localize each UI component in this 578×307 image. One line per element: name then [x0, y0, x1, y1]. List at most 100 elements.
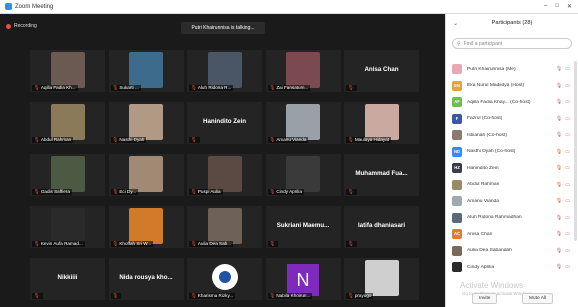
- participant-list-scrollbar[interactable]: [574, 61, 577, 241]
- mic-muted-icon[interactable]: 🎙︎: [556, 165, 562, 171]
- participant-row[interactable]: Cindy Aprilia 🎙︎ ▭: [446, 259, 572, 276]
- participant-row[interactable]: Aulia Dea Sabandah 🎙︎ ▭: [446, 243, 572, 260]
- video-off-icon[interactable]: ▭: [565, 264, 570, 270]
- video-off-icon[interactable]: ▭: [565, 132, 570, 138]
- zoom-app: Zoom Meeting – □ ✕ Recording Putri Khair…: [0, 0, 578, 307]
- video-tile[interactable]: 🎙︎Cindy Aprilia: [265, 154, 341, 196]
- video-off-icon[interactable]: ▭: [565, 99, 570, 105]
- mic-muted-icon[interactable]: 🎙︎: [556, 198, 562, 204]
- video-off-icon[interactable]: ▭: [565, 215, 570, 221]
- video-off-icon[interactable]: ▭: [565, 182, 570, 188]
- participant-name: Aulia Dea Sabandah: [467, 248, 512, 254]
- video-off-icon[interactable]: ▭: [565, 198, 570, 204]
- video-tile[interactable]: 🎙︎Gadis Saffiera: [30, 154, 105, 196]
- participant-video: [286, 104, 320, 140]
- tile-name-label: 🎙︎: [32, 293, 43, 299]
- video-tile[interactable]: 🎙︎Kharisma Rizky...: [187, 258, 262, 300]
- mic-muted-icon: 🎙︎: [191, 241, 197, 246]
- video-tile[interactable]: Muhammad Fua... 🎙︎: [344, 154, 419, 196]
- tile-name-label: 🎙︎Aqilla Fadia Kh...: [32, 85, 78, 91]
- tile-name-label: 🎙︎Gadis Saffiera: [32, 189, 72, 195]
- participant-row[interactable]: AC Anisa Chan 🎙︎ ▭: [446, 226, 572, 243]
- avatar: F: [452, 113, 462, 124]
- mute-all-button[interactable]: Mute All: [522, 293, 554, 304]
- participant-status-icons: 🎙︎ ▭: [556, 165, 570, 171]
- tile-name-text: Zai Fansatum...: [276, 85, 309, 90]
- participant-row[interactable]: Abdul Rahman 🎙︎ ▭: [446, 177, 572, 194]
- video-tile[interactable]: 🎙︎Aqilla Fadia Kh...: [30, 50, 105, 92]
- chevron-down-icon[interactable]: ⌄: [453, 20, 458, 27]
- video-tile[interactable]: 🎙︎Sukarti ...: [108, 50, 184, 92]
- video-tile[interactable]: 🎙︎Aluh Ridona R...: [187, 50, 262, 92]
- participant-search-input[interactable]: ⚲ Find a participant: [452, 38, 572, 49]
- participant-row[interactable]: Putri Khairunnisa (Me) 🎙︎ ▭: [446, 61, 572, 78]
- video-tile[interactable]: Anisa Chan 🎙︎: [344, 50, 419, 92]
- video-tile[interactable]: Sukriani Maemu... 🎙︎: [265, 206, 341, 248]
- participant-name-large: Anisa Chan: [364, 66, 399, 73]
- video-tile[interactable]: 🎙︎Amanu Vianda: [265, 102, 341, 144]
- avatar: ND: [452, 146, 462, 157]
- video-tile[interactable]: Nikkiiii 🎙︎: [30, 258, 105, 300]
- video-off-icon[interactable]: ▭: [565, 149, 570, 155]
- minimize-icon[interactable]: –: [544, 3, 547, 10]
- video-tile[interactable]: 🎙︎Eci Dy...: [108, 154, 184, 196]
- video-tile[interactable]: 🎙︎prayugo: [344, 258, 419, 300]
- video-tile[interactable]: 🎙︎Nasthi Dyah: [108, 102, 184, 144]
- video-off-icon[interactable]: ▭: [565, 83, 570, 89]
- participant-row[interactable]: AF Aqilla Fadia Khay... (Co-host) 🎙︎ ▭: [446, 94, 572, 111]
- participant-name-large: Nikkiiii: [57, 274, 78, 281]
- video-off-icon[interactable]: ▭: [565, 231, 570, 237]
- participant-name: Putri Khairunnisa (Me): [467, 66, 516, 72]
- participant-row[interactable]: ND Nasthi Dyah (Co-host) 🎙︎ ▭: [446, 144, 572, 161]
- participant-row[interactable]: HZ Hanindito Zein 🎙︎ ▭: [446, 160, 572, 177]
- invite-button[interactable]: Invite: [472, 293, 498, 304]
- video-off-icon[interactable]: ▭: [565, 165, 570, 171]
- mic-muted-icon[interactable]: 🎙︎: [556, 132, 562, 138]
- mic-muted-icon[interactable]: 🎙︎: [556, 83, 562, 89]
- video-tile[interactable]: 🎙︎Aulia Dea Sab...: [187, 206, 262, 248]
- mic-muted-icon: 🎙︎: [191, 85, 197, 90]
- participant-video: [50, 208, 85, 244]
- tile-name-label: 🎙︎Sukarti ...: [110, 85, 141, 91]
- close-icon[interactable]: ✕: [567, 3, 572, 10]
- mic-muted-icon[interactable]: 🎙︎: [556, 248, 562, 254]
- video-tile[interactable]: 🎙︎Khoffah Sri W...: [108, 206, 184, 248]
- mic-muted-icon[interactable]: 🎙︎: [556, 182, 562, 188]
- video-tile[interactable]: 🎙︎Puspi Aulia: [187, 154, 262, 196]
- participant-name-large: Hanindito Zein: [203, 118, 246, 125]
- video-tile[interactable]: Nida rousya kho... 🎙︎: [108, 258, 184, 300]
- recording-label: Recording: [14, 23, 37, 29]
- maximize-icon[interactable]: □: [555, 3, 559, 10]
- participant-status-icons: 🎙︎ ▭: [556, 264, 570, 270]
- video-tile[interactable]: Hanindito Zein 🎙︎: [187, 102, 262, 144]
- participant-row[interactable]: F Fazrul (Co-host) 🎙︎ ▭: [446, 111, 572, 128]
- mic-muted-icon[interactable]: 🎙︎: [556, 149, 562, 155]
- mic-muted-icon: 🎙︎: [269, 85, 276, 90]
- video-tile[interactable]: 🎙︎Kevin Aufa Ramad...: [30, 206, 105, 248]
- tile-name-text: Aulia Dea Sab...: [197, 241, 232, 246]
- participant-row[interactable]: Istiianah (Co-host) 🎙︎ ▭: [446, 127, 572, 144]
- mic-muted-icon[interactable]: 🎙︎: [556, 264, 562, 270]
- video-tile[interactable]: N 🎙︎Nabila Khoirun...: [265, 258, 341, 300]
- video-tile[interactable]: latifa dhaniasari 🎙︎: [344, 206, 419, 248]
- participant-row[interactable]: EN Eka Nurul Madiidya (Host) 🎙︎ ▭: [446, 78, 572, 95]
- mic-muted-icon[interactable]: 🎙︎: [556, 231, 562, 237]
- tile-name-label: 🎙︎: [346, 241, 357, 247]
- video-tile[interactable]: 🎙︎Abdul Rahman: [30, 102, 105, 144]
- tile-name-label: 🎙︎prayugo: [346, 293, 374, 299]
- participant-name-large: Muhammad Fua...: [355, 170, 408, 177]
- mic-muted-icon: 🎙︎: [269, 293, 276, 298]
- mic-muted-icon[interactable]: 🎙︎: [556, 116, 562, 122]
- video-off-icon[interactable]: ▭: [565, 248, 570, 254]
- video-tile[interactable]: 🎙︎Maulaya Hidayat: [344, 102, 419, 144]
- video-off-icon[interactable]: ▭: [565, 66, 570, 72]
- mic-icon[interactable]: 🎙︎: [556, 66, 562, 72]
- video-tile[interactable]: 🎙︎Zai Fansatum...: [265, 50, 341, 92]
- tile-name-text: Khoffah Sri W...: [119, 241, 152, 246]
- participant-row[interactable]: Aluh Ridona Rahmadhan 🎙︎ ▭: [446, 210, 572, 227]
- video-off-icon[interactable]: ▭: [565, 116, 570, 122]
- mic-muted-icon[interactable]: 🎙︎: [556, 99, 562, 105]
- participant-row[interactable]: Amanu Vianda 🎙︎ ▭: [446, 193, 572, 210]
- mic-muted-icon[interactable]: 🎙︎: [556, 215, 562, 221]
- tile-name-label: 🎙︎Aluh Ridona R...: [189, 85, 234, 91]
